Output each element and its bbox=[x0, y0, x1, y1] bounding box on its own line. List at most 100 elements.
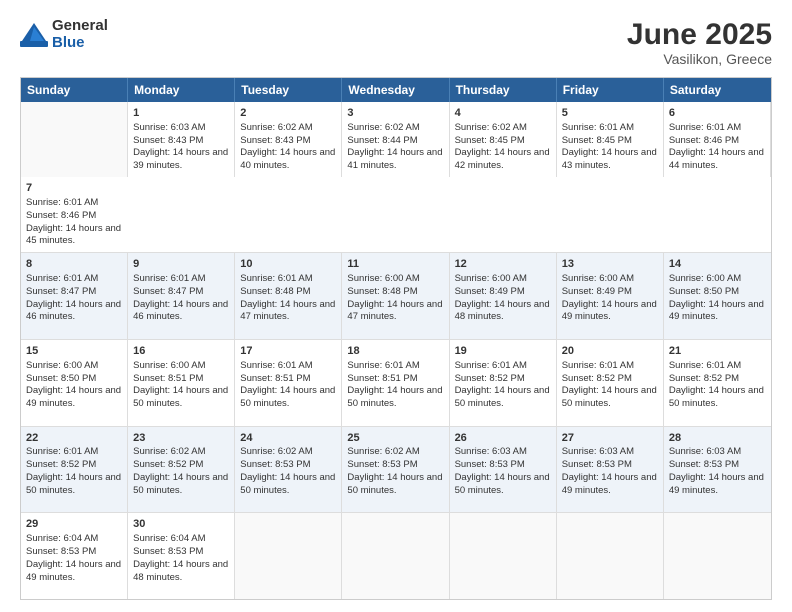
day-number: 16 bbox=[133, 344, 229, 359]
header-sunday: Sunday bbox=[21, 78, 128, 102]
header-friday: Friday bbox=[557, 78, 664, 102]
day-number: 4 bbox=[455, 106, 551, 121]
day-number: 19 bbox=[455, 344, 551, 359]
sunrise-info: Sunrise: 6:04 AMSunset: 8:53 PMDaylight:… bbox=[133, 533, 228, 582]
day-number: 27 bbox=[562, 431, 658, 446]
header-wednesday: Wednesday bbox=[342, 78, 449, 102]
sunrise-info: Sunrise: 6:00 AMSunset: 8:50 PMDaylight:… bbox=[669, 273, 764, 322]
day-number: 9 bbox=[133, 257, 229, 272]
sunrise-info: Sunrise: 6:00 AMSunset: 8:49 PMDaylight:… bbox=[562, 273, 657, 322]
cal-cell-7: 8 Sunrise: 6:01 AMSunset: 8:47 PMDayligh… bbox=[21, 253, 128, 339]
sunrise-info: Sunrise: 6:01 AMSunset: 8:48 PMDaylight:… bbox=[240, 273, 335, 322]
calendar-row-3: 15 Sunrise: 6:00 AMSunset: 8:50 PMDaylig… bbox=[21, 339, 771, 426]
header: General Blue June 2025 Vasilikon, Greece bbox=[20, 18, 772, 67]
day-number: 23 bbox=[133, 431, 229, 446]
cal-cell-20: 21 Sunrise: 6:01 AMSunset: 8:52 PMDaylig… bbox=[664, 340, 771, 426]
calendar-subtitle: Vasilikon, Greece bbox=[627, 51, 772, 67]
cal-cell-11: 12 Sunrise: 6:00 AMSunset: 8:49 PMDaylig… bbox=[450, 253, 557, 339]
day-number: 11 bbox=[347, 257, 443, 272]
sunrise-info: Sunrise: 6:00 AMSunset: 8:51 PMDaylight:… bbox=[133, 360, 228, 409]
logo: General Blue bbox=[20, 18, 108, 51]
calendar-header: Sunday Monday Tuesday Wednesday Thursday… bbox=[21, 78, 771, 102]
calendar-title: June 2025 bbox=[627, 18, 772, 51]
day-number: 18 bbox=[347, 344, 443, 359]
calendar-row-5: 29 Sunrise: 6:04 AMSunset: 8:53 PMDaylig… bbox=[21, 512, 771, 599]
sunrise-info: Sunrise: 6:01 AMSunset: 8:52 PMDaylight:… bbox=[26, 446, 121, 495]
sunrise-info: Sunrise: 6:02 AMSunset: 8:52 PMDaylight:… bbox=[133, 446, 228, 495]
cal-cell-4: 4 Sunrise: 6:02 AMSunset: 8:45 PMDayligh… bbox=[450, 102, 557, 177]
sunrise-info: Sunrise: 6:01 AMSunset: 8:46 PMDaylight:… bbox=[669, 122, 764, 171]
sunrise-info: Sunrise: 6:00 AMSunset: 8:49 PMDaylight:… bbox=[455, 273, 550, 322]
day-number: 29 bbox=[26, 517, 122, 532]
sunrise-info: Sunrise: 6:02 AMSunset: 8:45 PMDaylight:… bbox=[455, 122, 550, 171]
cal-cell-34 bbox=[664, 513, 771, 599]
cal-cell-30 bbox=[235, 513, 342, 599]
cal-cell-5: 5 Sunrise: 6:01 AMSunset: 8:45 PMDayligh… bbox=[557, 102, 664, 177]
cal-cell-22: 23 Sunrise: 6:02 AMSunset: 8:52 PMDaylig… bbox=[128, 427, 235, 513]
day-number: 30 bbox=[133, 517, 229, 532]
sunrise-info: Sunrise: 6:00 AMSunset: 8:48 PMDaylight:… bbox=[347, 273, 442, 322]
page: General Blue June 2025 Vasilikon, Greece… bbox=[0, 0, 792, 612]
cal-cell-32 bbox=[450, 513, 557, 599]
day-number: 26 bbox=[455, 431, 551, 446]
cal-cell-10: 11 Sunrise: 6:00 AMSunset: 8:48 PMDaylig… bbox=[342, 253, 449, 339]
header-thursday: Thursday bbox=[450, 78, 557, 102]
cal-cell-19: 20 Sunrise: 6:01 AMSunset: 8:52 PMDaylig… bbox=[557, 340, 664, 426]
sunrise-info: Sunrise: 6:04 AMSunset: 8:53 PMDaylight:… bbox=[26, 533, 121, 582]
cal-cell-0 bbox=[21, 102, 128, 177]
day-number: 20 bbox=[562, 344, 658, 359]
cal-cell-21: 22 Sunrise: 6:01 AMSunset: 8:52 PMDaylig… bbox=[21, 427, 128, 513]
cal-cell-17: 18 Sunrise: 6:01 AMSunset: 8:51 PMDaylig… bbox=[342, 340, 449, 426]
sunrise-info: Sunrise: 6:01 AMSunset: 8:52 PMDaylight:… bbox=[562, 360, 657, 409]
sunrise-info: Sunrise: 6:01 AMSunset: 8:46 PMDaylight:… bbox=[26, 197, 121, 246]
day-number: 8 bbox=[26, 257, 122, 272]
cal-cell-7: 7 Sunrise: 6:01 AMSunset: 8:46 PMDayligh… bbox=[21, 177, 128, 252]
day-number: 13 bbox=[562, 257, 658, 272]
cal-cell-16: 17 Sunrise: 6:01 AMSunset: 8:51 PMDaylig… bbox=[235, 340, 342, 426]
cal-cell-24: 25 Sunrise: 6:02 AMSunset: 8:53 PMDaylig… bbox=[342, 427, 449, 513]
header-tuesday: Tuesday bbox=[235, 78, 342, 102]
sunrise-info: Sunrise: 6:01 AMSunset: 8:45 PMDaylight:… bbox=[562, 122, 657, 171]
logo-blue-text: Blue bbox=[52, 35, 108, 52]
cal-cell-9: 10 Sunrise: 6:01 AMSunset: 8:48 PMDaylig… bbox=[235, 253, 342, 339]
cal-cell-33 bbox=[557, 513, 664, 599]
sunrise-info: Sunrise: 6:01 AMSunset: 8:47 PMDaylight:… bbox=[26, 273, 121, 322]
sunrise-info: Sunrise: 6:00 AMSunset: 8:50 PMDaylight:… bbox=[26, 360, 121, 409]
cal-cell-13: 14 Sunrise: 6:00 AMSunset: 8:50 PMDaylig… bbox=[664, 253, 771, 339]
cal-cell-18: 19 Sunrise: 6:01 AMSunset: 8:52 PMDaylig… bbox=[450, 340, 557, 426]
sunrise-info: Sunrise: 6:03 AMSunset: 8:53 PMDaylight:… bbox=[562, 446, 657, 495]
calendar: Sunday Monday Tuesday Wednesday Thursday… bbox=[20, 77, 772, 600]
cal-cell-6: 6 Sunrise: 6:01 AMSunset: 8:46 PMDayligh… bbox=[664, 102, 771, 177]
day-number: 1 bbox=[133, 106, 229, 121]
day-number: 12 bbox=[455, 257, 551, 272]
sunrise-info: Sunrise: 6:01 AMSunset: 8:52 PMDaylight:… bbox=[669, 360, 764, 409]
cal-cell-12: 13 Sunrise: 6:00 AMSunset: 8:49 PMDaylig… bbox=[557, 253, 664, 339]
calendar-body: 1 Sunrise: 6:03 AMSunset: 8:43 PMDayligh… bbox=[21, 102, 771, 599]
cal-cell-3: 3 Sunrise: 6:02 AMSunset: 8:44 PMDayligh… bbox=[342, 102, 449, 177]
cal-cell-27: 28 Sunrise: 6:03 AMSunset: 8:53 PMDaylig… bbox=[664, 427, 771, 513]
cal-cell-8: 9 Sunrise: 6:01 AMSunset: 8:47 PMDayligh… bbox=[128, 253, 235, 339]
sunrise-info: Sunrise: 6:02 AMSunset: 8:43 PMDaylight:… bbox=[240, 122, 335, 171]
header-monday: Monday bbox=[128, 78, 235, 102]
cal-cell-15: 16 Sunrise: 6:00 AMSunset: 8:51 PMDaylig… bbox=[128, 340, 235, 426]
calendar-row-4: 22 Sunrise: 6:01 AMSunset: 8:52 PMDaylig… bbox=[21, 426, 771, 513]
sunrise-info: Sunrise: 6:02 AMSunset: 8:44 PMDaylight:… bbox=[347, 122, 442, 171]
sunrise-info: Sunrise: 6:01 AMSunset: 8:51 PMDaylight:… bbox=[347, 360, 442, 409]
day-number: 14 bbox=[669, 257, 766, 272]
sunrise-info: Sunrise: 6:02 AMSunset: 8:53 PMDaylight:… bbox=[347, 446, 442, 495]
sunrise-info: Sunrise: 6:01 AMSunset: 8:47 PMDaylight:… bbox=[133, 273, 228, 322]
day-number: 3 bbox=[347, 106, 443, 121]
logo-general-text: General bbox=[52, 18, 108, 35]
day-number: 2 bbox=[240, 106, 336, 121]
cal-cell-28: 29 Sunrise: 6:04 AMSunset: 8:53 PMDaylig… bbox=[21, 513, 128, 599]
cal-cell-14: 15 Sunrise: 6:00 AMSunset: 8:50 PMDaylig… bbox=[21, 340, 128, 426]
day-number: 6 bbox=[669, 106, 765, 121]
day-number: 21 bbox=[669, 344, 766, 359]
day-number: 17 bbox=[240, 344, 336, 359]
sunrise-info: Sunrise: 6:03 AMSunset: 8:53 PMDaylight:… bbox=[455, 446, 550, 495]
logo-icon bbox=[20, 21, 48, 49]
sunrise-info: Sunrise: 6:03 AMSunset: 8:53 PMDaylight:… bbox=[669, 446, 764, 495]
day-number: 5 bbox=[562, 106, 658, 121]
calendar-row-2: 8 Sunrise: 6:01 AMSunset: 8:47 PMDayligh… bbox=[21, 252, 771, 339]
cal-cell-31 bbox=[342, 513, 449, 599]
